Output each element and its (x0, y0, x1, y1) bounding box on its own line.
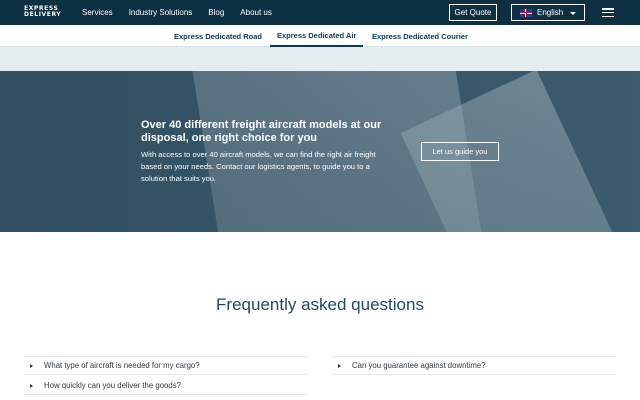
logo[interactable]: EXPRESS DELIVERY (24, 6, 61, 18)
chevron-down-icon (570, 12, 576, 15)
nav-link-services[interactable]: Services (82, 8, 113, 17)
service-tabs: Express Dedicated Road Express Dedicated… (0, 25, 640, 47)
language-select[interactable]: English (511, 4, 585, 21)
nav-links: Services Industry Solutions Blog About u… (82, 0, 288, 25)
uk-flag-icon (520, 8, 532, 17)
faq-item[interactable]: What type of aircraft is needed for my c… (24, 357, 308, 375)
tab-express-dedicated-road[interactable]: Express Dedicated Road (174, 25, 262, 47)
faq-question: Can you guarantee against downtime? (352, 361, 486, 370)
hero-title: Over 40 different freight aircraft model… (141, 119, 382, 144)
nav-link-industry-solutions[interactable]: Industry Solutions (129, 8, 193, 17)
faq-item[interactable]: Can you guarantee against downtime? (332, 357, 616, 375)
nav-link-blog[interactable]: Blog (208, 8, 224, 17)
hero-text: With access to over 40 aircraft models, … (141, 150, 376, 183)
language-label: English (537, 8, 564, 17)
faq-question: How quickly can you deliver the goods? (44, 381, 181, 390)
top-navigation: EXPRESS DELIVERY Services Industry Solut… (0, 0, 640, 25)
caret-right-icon (30, 383, 33, 388)
logo-line-2: DELIVERY (24, 11, 62, 18)
faq-title: Frequently asked questions (216, 295, 424, 314)
caret-right-icon (30, 363, 33, 368)
get-quote-button[interactable]: Get Quote (449, 4, 497, 21)
caret-right-icon (338, 363, 341, 368)
faq-question: What type of aircraft is needed for my c… (44, 361, 200, 370)
light-band (0, 47, 640, 71)
tab-express-dedicated-air[interactable]: Express Dedicated Air (270, 25, 364, 47)
faq-item[interactable]: How quickly can you deliver the goods? (24, 377, 308, 395)
let-us-guide-you-button[interactable]: Let us guide you (421, 142, 499, 161)
hero-banner: Over 40 different freight aircraft model… (0, 71, 640, 232)
hamburger-menu-icon[interactable] (602, 8, 614, 18)
nav-link-about-us[interactable]: About us (240, 8, 272, 17)
tab-express-dedicated-courier[interactable]: Express Dedicated Courier (372, 25, 468, 47)
